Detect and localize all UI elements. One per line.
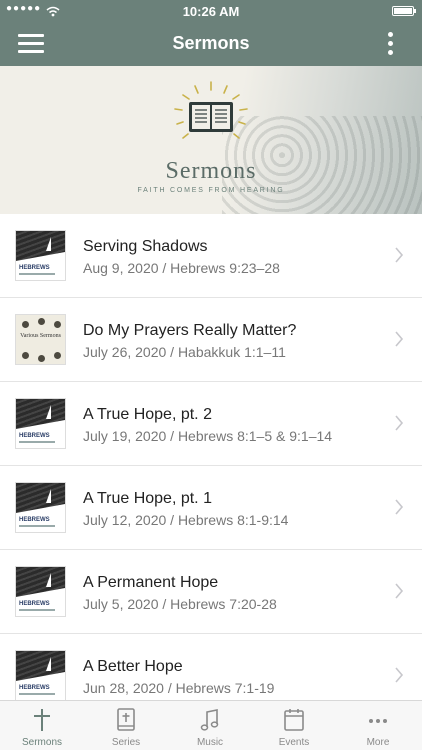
chevron-right-icon [395,499,404,515]
chevron-right-icon [395,247,404,263]
sermon-title: Serving Shadows [83,238,208,255]
thumbnail-rule [19,609,55,611]
banner-title: Sermons [165,158,257,184]
sermon-list: HEBREWS Serving Shadows Aug 9, 2020 / He… [0,214,422,718]
sermon-thumbnail: HEBREWS [15,566,66,617]
tab-label: Sermons [21,737,62,748]
status-bar: ●●●●● 10:26 AM [0,0,422,22]
tab-label: Events [278,737,310,748]
sermon-title: A True Hope, pt. 2 [83,406,212,423]
ellipsis-icon [369,719,387,723]
sermon-thumbnail: HEBREWS [15,230,66,281]
thumbnail-label: HEBREWS [19,685,50,691]
sermon-row[interactable]: HEBREWS A True Hope, pt. 1 July 12, 2020… [0,466,422,550]
sermon-thumbnail: Various Sermons [15,314,66,365]
sermon-date-reference: July 5, 2020 / Hebrews 7:20-28 [83,596,277,612]
sermon-row[interactable]: Various Sermons Do My Prayers Really Mat… [0,298,422,382]
sermon-thumbnail: HEBREWS [15,398,66,449]
thumbnail-label: Various Sermons [20,333,61,339]
sermon-row[interactable]: HEBREWS Serving Shadows Aug 9, 2020 / He… [0,214,422,298]
sermon-title: A True Hope, pt. 1 [83,490,212,507]
ornament [38,318,45,325]
thumbnail-label: HEBREWS [19,265,50,271]
banner-subtitle: FAITH COMES FROM HEARING [137,187,285,194]
sermon-date-reference: July 12, 2020 / Hebrews 8:1-9:14 [83,512,289,528]
sermon-date-reference: Jun 28, 2020 / Hebrews 7:1-19 [83,680,275,696]
thumbnail-art [16,651,65,681]
thumbnail-rule [19,441,55,443]
tab-events[interactable]: Events [252,701,336,751]
tab-music[interactable]: Music [168,701,252,751]
bible-icon [117,708,135,731]
dot [388,50,393,55]
ornament [22,352,29,359]
thumbnail-art [16,483,65,513]
sermon-row[interactable]: HEBREWS A True Hope, pt. 2 July 19, 2020… [0,382,422,466]
dot [388,41,393,46]
thumbnail-art [16,567,65,597]
chevron-right-icon [395,667,404,683]
thumbnail-art [16,399,65,429]
ornament [54,321,61,328]
sermon-title: A Permanent Hope [83,574,219,591]
sermon-date-reference: July 26, 2020 / Habakkuk 1:1–11 [83,344,286,360]
tab-more[interactable]: More [336,701,420,751]
thumbnail-label: HEBREWS [19,517,50,523]
chevron-right-icon [395,583,404,599]
thumbnail-rule [19,525,55,527]
tab-label: More [366,737,390,748]
dot [388,32,393,37]
thumbnail-rule [19,693,55,695]
sermon-date-reference: Aug 9, 2020 / Hebrews 9:23–28 [83,260,280,276]
tab-bar: Sermons Series Music Events More [0,700,422,750]
chevron-right-icon [395,331,404,347]
chevron-right-icon [395,415,404,431]
status-time: 10:26 AM [182,4,240,19]
sailboat-icon [46,405,51,419]
sailboat-icon [46,237,51,251]
open-book-icon [174,81,248,139]
thumbnail-label: HEBREWS [19,601,50,607]
page-title: Sermons [172,33,250,53]
sermon-thumbnail: HEBREWS [15,482,66,533]
ornament [54,352,61,359]
tab-label: Series [111,737,141,748]
sailboat-icon [46,657,51,671]
tab-label: Music [196,737,224,748]
sailboat-icon [46,573,51,587]
tab-series[interactable]: Series [84,701,168,751]
nav-bar: Sermons [0,22,422,66]
sailboat-icon [46,489,51,503]
cross-icon [34,709,50,731]
sermons-banner: Sermons FAITH COMES FROM HEARING [0,66,422,214]
thumbnail-art [16,231,65,261]
ornament [38,355,45,362]
ornament [22,321,29,328]
thumbnail-label: HEBREWS [19,433,50,439]
music-note-icon [200,709,219,731]
sermon-row[interactable]: HEBREWS A Permanent Hope July 5, 2020 / … [0,550,422,634]
sermon-title: A Better Hope [83,658,183,675]
sermon-title: Do My Prayers Really Matter? [83,322,297,339]
calendar-icon [284,709,304,731]
sermon-date-reference: July 19, 2020 / Hebrews 8:1–5 & 9:1–14 [83,428,333,444]
more-options-button[interactable] [388,32,394,56]
thumbnail-rule [19,273,55,275]
tab-sermons[interactable]: Sermons [0,701,84,751]
battery-icon [392,6,416,16]
sermon-thumbnail: HEBREWS [15,650,66,701]
